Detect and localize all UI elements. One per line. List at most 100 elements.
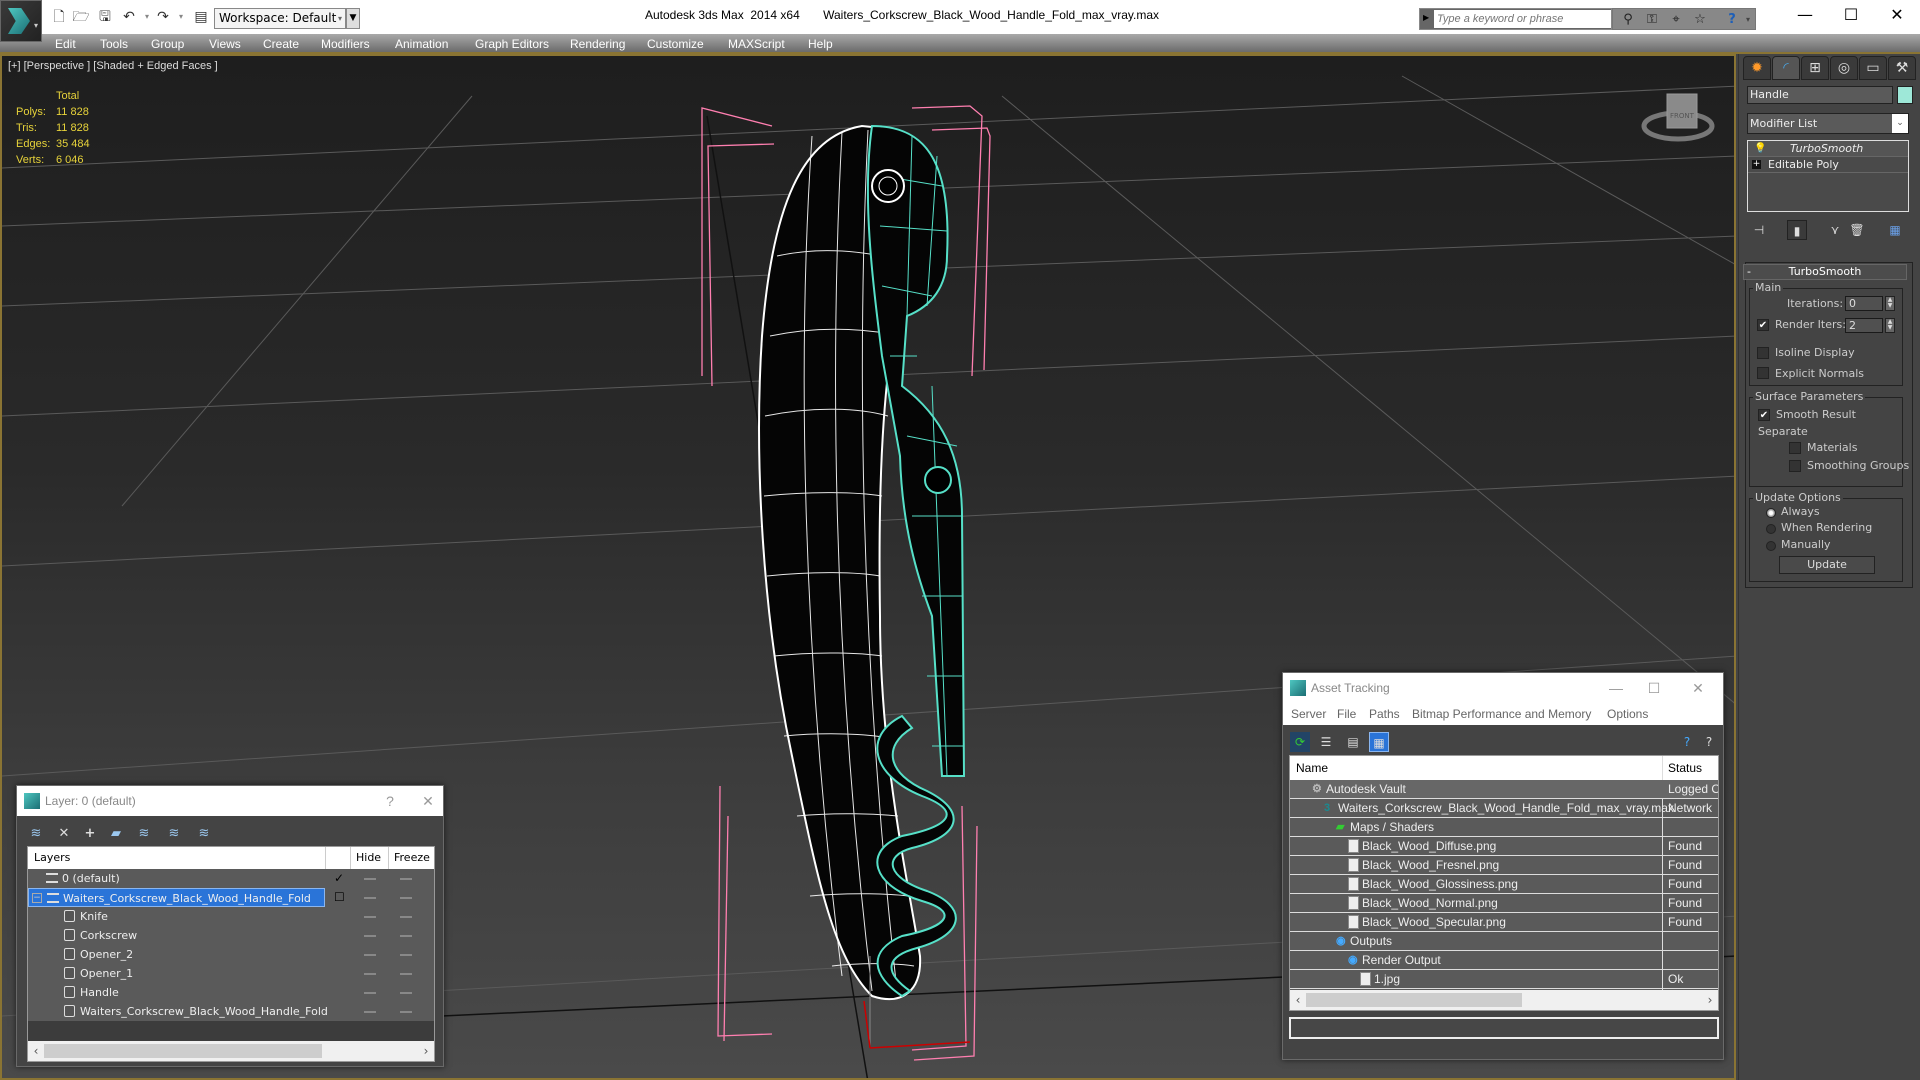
column-header-status[interactable]: Status [1668,756,1702,780]
table-view-icon[interactable]: ▦ [1369,732,1389,752]
smooth-result-checkbox[interactable]: ✔ [1758,409,1770,421]
tree-view-icon[interactable]: ▤ [1343,732,1363,752]
update-always-radio[interactable] [1766,508,1776,518]
application-menu-button[interactable]: ▾ [0,0,42,42]
menu-modifiers[interactable]: Modifiers [321,34,370,54]
help-dropdown-icon[interactable]: ▾ [1739,11,1757,29]
stack-item-turbosmooth[interactable]: 💡 TurboSmooth [1748,141,1908,157]
object-row[interactable]: Waiters_Corkscrew_Black_Wood_Handle_Fold [28,1002,434,1021]
asset-row[interactable]: ⚙ Autodesk Vault Logged O [1290,780,1718,799]
scroll-left-icon[interactable]: ‹ [28,1041,44,1061]
minimize-button[interactable]: — [1782,0,1828,30]
menu-file[interactable]: File [1337,703,1356,725]
dialog-title-bar[interactable]: Layer: 0 (default) ? ✕ [17,786,443,816]
asset-row[interactable]: ◉ Render Output [1290,951,1718,970]
rollout-header[interactable]: - TurboSmooth [1743,264,1907,280]
close-button[interactable]: ✕ [1683,673,1713,703]
freeze-toggle[interactable] [400,973,412,975]
vault-help-icon[interactable]: ? [1677,732,1697,752]
menu-maxscript[interactable]: MAXScript [728,34,785,54]
menu-rendering[interactable]: Rendering [570,34,625,54]
lightbulb-icon[interactable]: 💡 [1754,141,1766,157]
set-current-layer-icon[interactable]: ☐ [334,888,345,907]
create-tab-icon[interactable]: ✹ [1743,56,1771,80]
menu-edit[interactable]: Edit [55,34,76,54]
horizontal-scrollbar[interactable]: ‹ › [28,1041,434,1061]
show-end-result-icon[interactable]: ▮ [1787,220,1807,240]
column-header-freeze[interactable]: Freeze [394,847,430,869]
menu-options[interactable]: Options [1607,703,1648,725]
hierarchy-tab-icon[interactable]: ⊞ [1801,56,1829,80]
delete-layer-icon[interactable]: ✕ [53,824,75,844]
collapse-icon[interactable]: − [32,893,42,903]
workspace-dropdown[interactable]: Workspace: Default ▾ [214,8,346,29]
undo-icon[interactable]: ↶ [120,9,138,25]
object-row[interactable]: Opener_2 [28,945,434,964]
menu-create[interactable]: Create [263,34,299,54]
select-layer-icon[interactable]: ≋ [133,824,155,844]
open-file-icon[interactable]: 🗁 [72,9,90,25]
pin-stack-icon[interactable]: ⊣ [1749,220,1769,240]
object-row[interactable]: Knife [28,907,434,926]
menu-bitmap-performance[interactable]: Bitmap Performance and Memory [1412,703,1591,725]
render-iters-checkbox[interactable]: ✔ [1757,319,1769,331]
save-icon[interactable]: 🖫 [96,9,114,25]
isoline-display-checkbox[interactable] [1757,347,1769,359]
asset-row[interactable]: ▰ Maps / Shaders [1290,818,1718,837]
layer-row[interactable]: 0 (default) ✓ [28,869,434,888]
menu-graph-editors[interactable]: Graph Editors [475,34,549,54]
maximize-button[interactable]: ☐ [1639,673,1669,703]
close-button[interactable]: ✕ [1874,0,1920,30]
menu-tools[interactable]: Tools [100,34,128,54]
set-current-layer-icon[interactable]: ≋ [163,824,185,844]
hide-toggle[interactable] [364,992,376,994]
scroll-right-icon[interactable]: › [1702,990,1718,1010]
update-button[interactable]: Update [1779,556,1875,574]
freeze-toggle[interactable] [400,1011,412,1013]
hide-toggle[interactable] [364,954,376,956]
name-cell[interactable]: − Waiters_Corkscrew_Black_Wood_Handle_Fol… [28,888,325,907]
hide-toggle[interactable] [364,935,376,937]
object-color-swatch[interactable] [1897,86,1913,104]
display-tab-icon[interactable]: ▭ [1859,56,1887,80]
asset-row[interactable]: Black_Wood_Diffuse.png Found [1290,837,1718,856]
hide-toggle[interactable] [364,878,376,880]
hide-toggle[interactable] [364,1011,376,1013]
name-cell[interactable]: Corkscrew [28,926,325,945]
freeze-toggle[interactable] [400,916,412,918]
column-header-name[interactable]: Name [1296,756,1328,780]
asset-row[interactable]: ◉ Outputs [1290,932,1718,951]
redo-icon[interactable]: ↷ [154,9,172,25]
hide-toggle[interactable] [364,973,376,975]
binoculars-icon[interactable]: ⚲ [1619,11,1637,29]
asset-row[interactable]: Black_Wood_Glossiness.png Found [1290,875,1718,894]
update-when-rendering-radio[interactable] [1766,524,1776,534]
modify-tab-icon[interactable]: ◜ [1772,56,1800,80]
motion-tab-icon[interactable]: ◎ [1830,56,1858,80]
hide-toggle[interactable] [364,916,376,918]
project-folder-icon[interactable]: ▤ [192,9,210,25]
smoothing-groups-checkbox[interactable] [1789,460,1801,472]
materials-checkbox[interactable] [1789,442,1801,454]
vault-settings-icon[interactable]: ? [1699,732,1719,752]
menu-paths[interactable]: Paths [1369,703,1400,725]
help-button[interactable]: ? [375,786,405,816]
object-row[interactable]: Corkscrew [28,926,434,945]
hide-unhide-all-icon[interactable]: ≋ [193,824,215,844]
menu-customize[interactable]: Customize [647,34,704,54]
menu-group[interactable]: Group [151,34,184,54]
asset-row[interactable]: Black_Wood_Fresnel.png Found [1290,856,1718,875]
remove-modifier-icon[interactable]: 🗑 [1847,220,1867,240]
new-file-icon[interactable]: 🗋 [50,9,68,25]
stack-item-editable-poly[interactable]: + Editable Poly [1748,157,1908,173]
name-cell[interactable]: Opener_2 [28,945,325,964]
render-iters-field[interactable]: 2 [1845,318,1883,333]
freeze-toggle[interactable] [400,954,412,956]
name-cell[interactable]: Opener_1 [28,964,325,983]
search-input[interactable] [1434,10,1611,28]
name-cell[interactable]: Handle [28,983,325,1002]
asset-path-field[interactable] [1289,1017,1719,1039]
object-row[interactable]: Opener_1 [28,964,434,983]
asset-row[interactable]: Black_Wood_Specular.png Found [1290,913,1718,932]
viewcube[interactable]: FRONT [1641,93,1715,142]
